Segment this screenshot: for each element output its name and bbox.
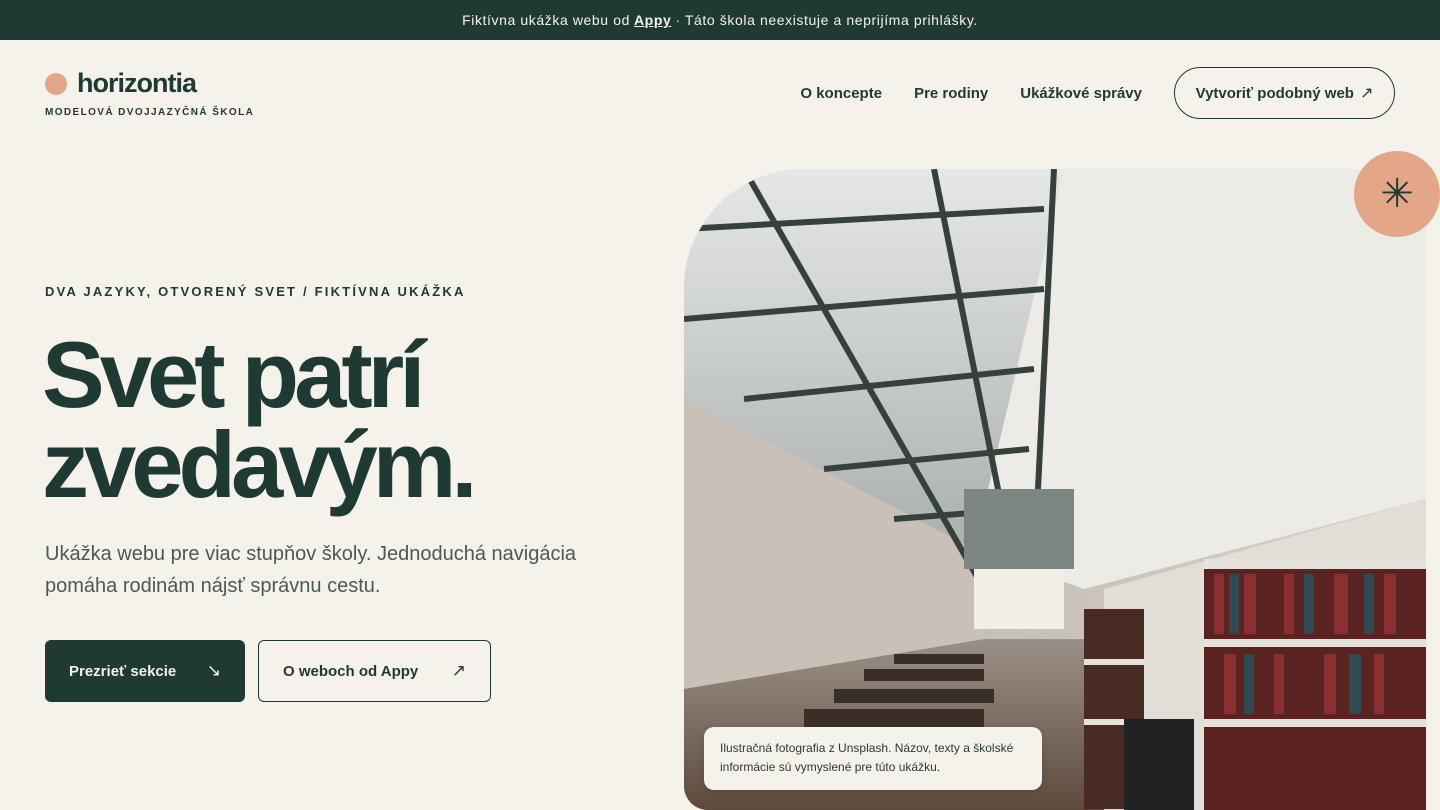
nav-item-pre-rodiny[interactable]: Pre rodiny	[914, 85, 988, 102]
create-similar-web-label: Vytvoriť podobný web	[1195, 84, 1354, 102]
hero-photo	[684, 169, 1426, 810]
arrow-up-right-icon: ↗	[451, 661, 466, 680]
logo-name: horizontia	[77, 68, 197, 98]
headline-line-1: Svet patrí	[42, 322, 425, 427]
hero-eyebrow: DVA JAZYKY, OTVORENÝ SVET / FIKTÍVNA UKÁ…	[45, 284, 466, 299]
appy-link[interactable]: Appy	[634, 12, 671, 28]
nav-item-o-koncepte[interactable]: O koncepte	[800, 85, 882, 102]
arrow-down-right-icon: ↘	[206, 661, 221, 680]
asterisk-icon: ✳	[1380, 172, 1414, 216]
hero-lede: Ukážka webu pre viac stupňov školy. Jedn…	[45, 543, 577, 597]
about-appy-button[interactable]: O weboch od Appy ↗	[258, 640, 491, 702]
nav-item-ukazkove-spravy[interactable]: Ukážkové správy	[1020, 85, 1142, 102]
announcement-bar: Fiktívna ukážka webu od Appy · Táto škol…	[0, 0, 1440, 40]
announcement-text: Fiktívna ukážka webu od	[462, 12, 630, 28]
asterisk-badge: ✳	[1354, 151, 1440, 237]
create-similar-web-button[interactable]: Vytvoriť podobný web ↗	[1174, 67, 1395, 119]
main-nav: O koncepte Pre rodiny Ukážkové správy Vy…	[800, 67, 1395, 119]
photo-caption: Ilustračná fotografia z Unsplash. Názov,…	[704, 727, 1042, 790]
view-sections-button[interactable]: Prezrieť sekcie ↘	[45, 640, 245, 702]
logo-tagline: MODELOVÁ DVOJJAZYČNÁ ŠKOLA	[45, 107, 255, 118]
headline-line-2: zvedavým.	[42, 412, 478, 517]
arrow-up-right-icon: ↗	[1359, 85, 1374, 102]
logo-dot-icon	[45, 72, 67, 95]
library-photo-illustration	[684, 169, 1426, 810]
hero-headline: Svet patrí zvedavým.	[42, 322, 662, 517]
announcement-note: · Táto škola neexistuje a neprijíma prih…	[675, 12, 978, 28]
view-sections-label: Prezrieť sekcie	[69, 662, 177, 680]
site-logo[interactable]: horizontia MODELOVÁ DVOJJAZYČNÁ ŠKOLA	[45, 68, 254, 118]
about-appy-label: O weboch od Appy	[283, 662, 419, 680]
